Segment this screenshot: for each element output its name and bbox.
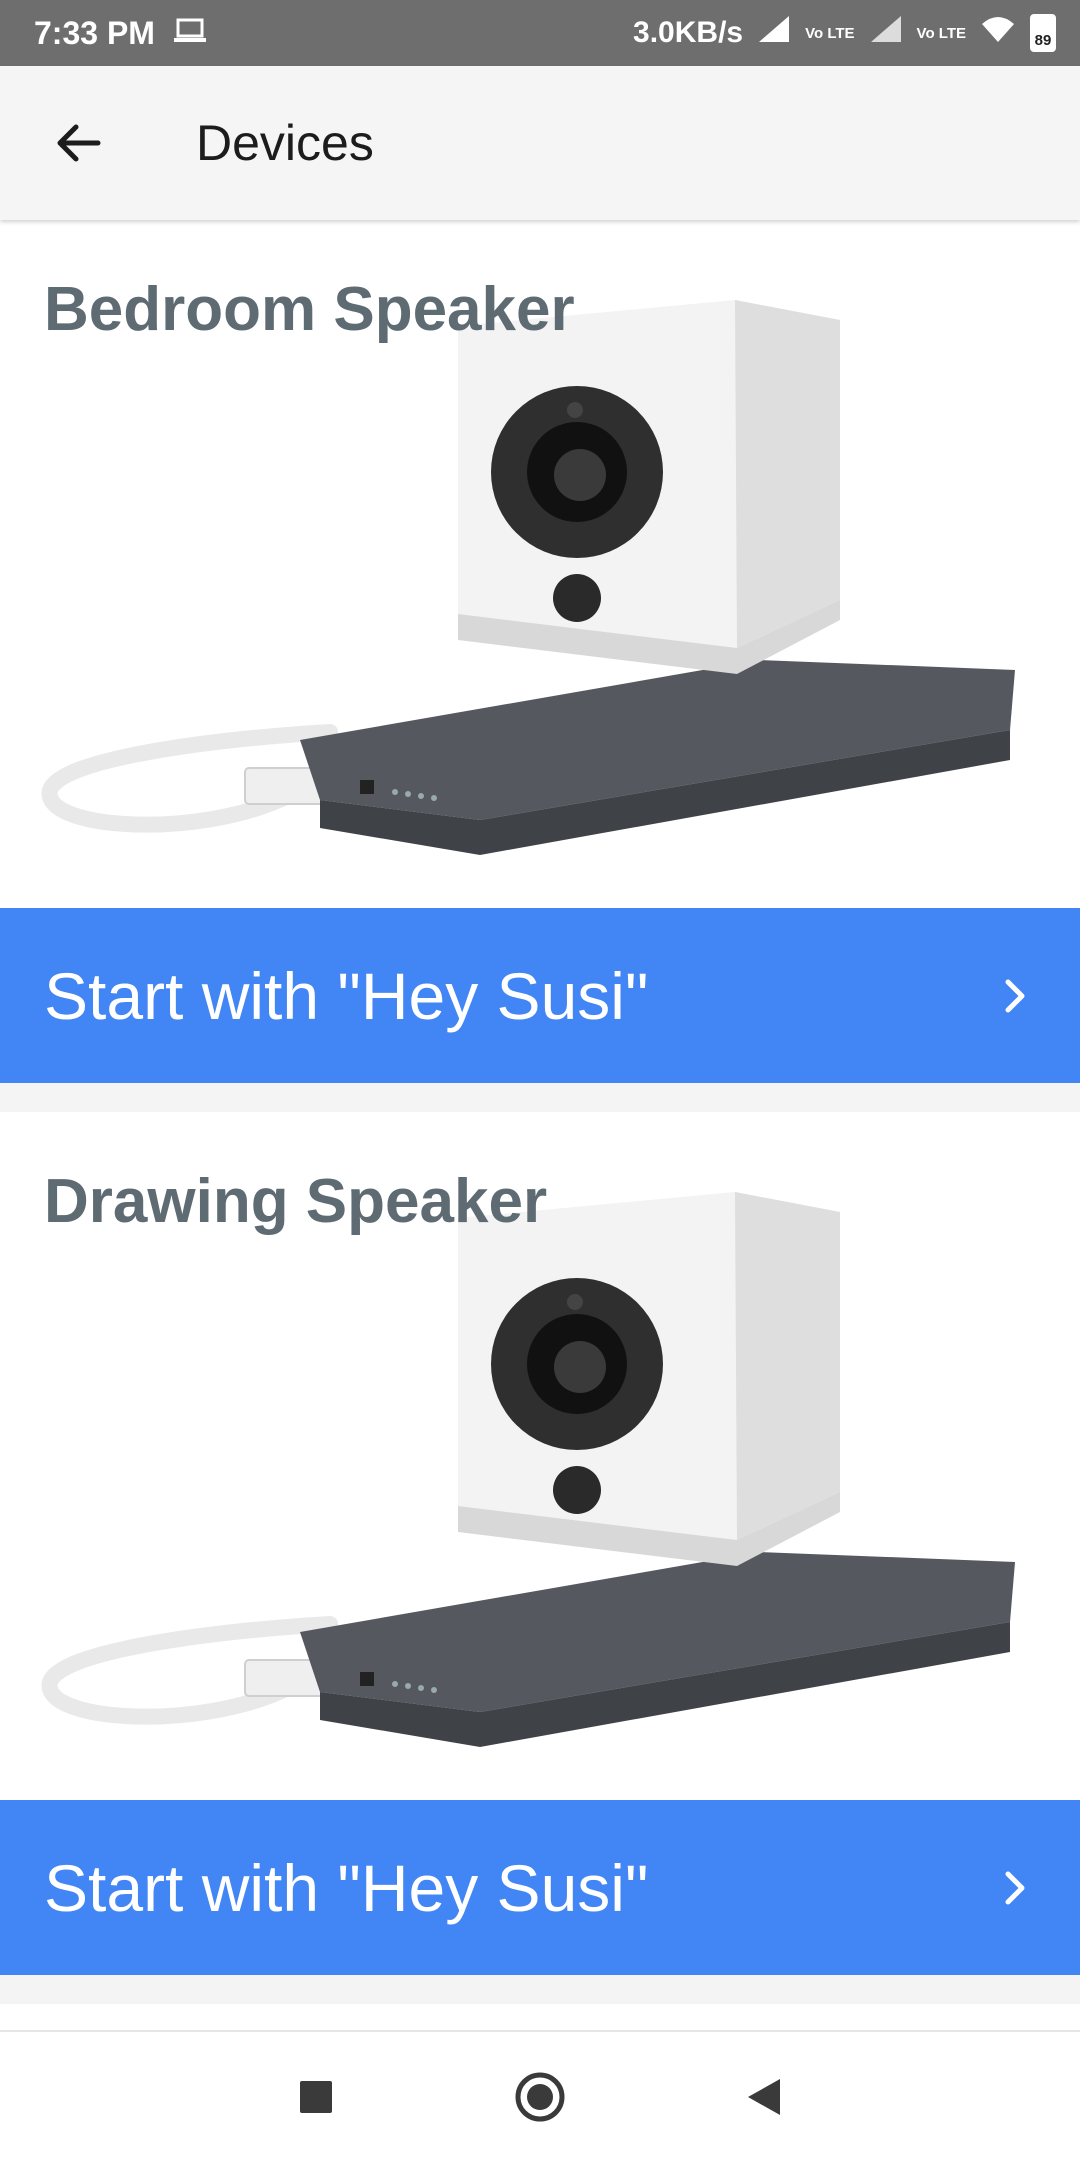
device-card: Drawing Speaker Start with "Hey Susi" <box>0 1112 1080 1975</box>
app-bar: Devices <box>0 66 1080 220</box>
nav-back-button[interactable] <box>734 2067 794 2127</box>
status-time: 7:33 PM <box>34 14 155 51</box>
back-triangle-icon <box>748 2079 780 2115</box>
volte-label-1: Vo LTE <box>805 24 855 42</box>
device-list[interactable]: Bedroom Speaker Start with "Hey Susi" Dr… <box>0 220 1080 2030</box>
home-circle-icon <box>515 2072 565 2122</box>
device-card: Bedroom Speaker Start with "Hey Susi" <box>0 220 1080 1083</box>
device-name: Bedroom Speaker <box>44 275 575 344</box>
system-nav-bar <box>0 2030 1080 2160</box>
volte-label-2: Vo LTE <box>916 24 966 42</box>
device-name: Drawing Speaker <box>44 1167 548 1236</box>
battery-icon: 89 <box>1030 14 1056 52</box>
device-card <box>0 2004 1080 2030</box>
status-bar: 7:33 PM 3.0KB/s Vo LTE Vo LTE 89 <box>0 0 1080 66</box>
start-button-label: Start with "Hey Susi" <box>44 958 649 1033</box>
arrow-back-icon <box>57 124 101 162</box>
signal-icon <box>869 14 903 52</box>
recents-square-icon <box>300 2081 332 2113</box>
net-speed: 3.0KB/s <box>633 16 744 49</box>
wifi-icon <box>980 14 1016 52</box>
start-button-label: Start with "Hey Susi" <box>44 1850 649 1925</box>
back-button[interactable] <box>38 103 118 183</box>
laptop-icon <box>173 15 207 52</box>
chevron-right-icon <box>996 976 1036 1016</box>
start-hey-susi-button[interactable]: Start with "Hey Susi" <box>0 1800 1080 1975</box>
home-button[interactable] <box>510 2067 570 2127</box>
start-hey-susi-button[interactable]: Start with "Hey Susi" <box>0 908 1080 1083</box>
page-title: Devices <box>196 115 374 171</box>
recents-button[interactable] <box>286 2067 346 2127</box>
chevron-right-icon <box>996 1868 1036 1908</box>
signal-icon <box>757 14 791 52</box>
